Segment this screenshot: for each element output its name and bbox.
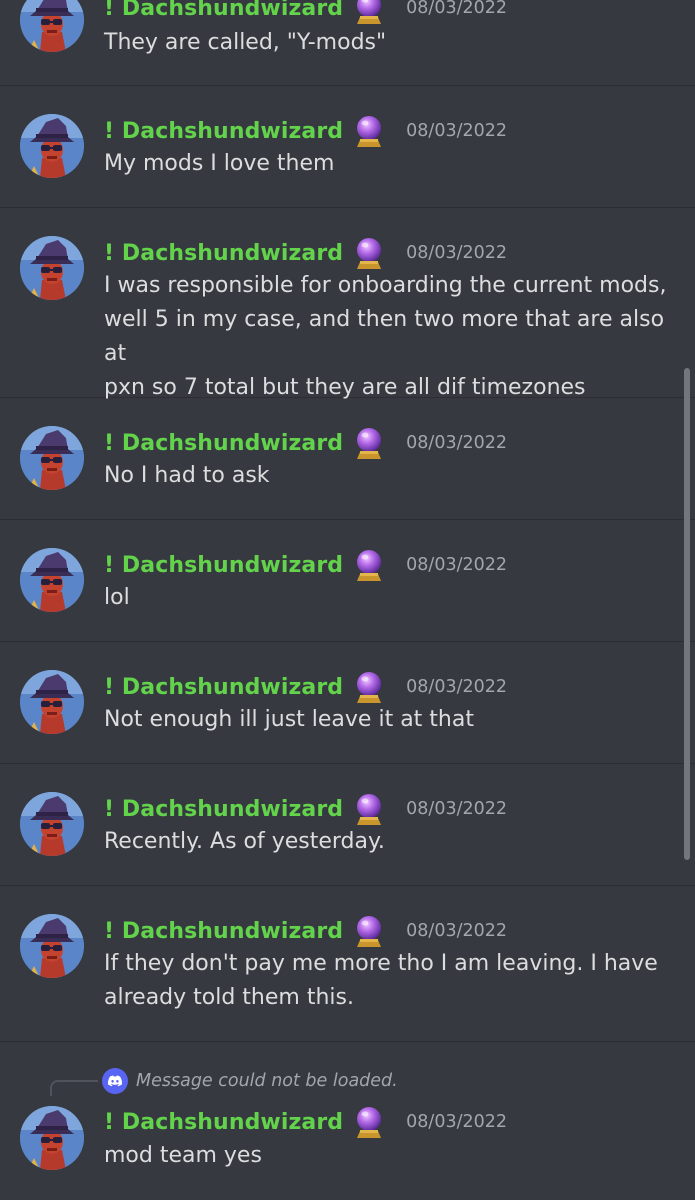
message-content: Recently. As of yesterday. (104, 825, 684, 859)
chat-message-list[interactable]: ! Dachshundwizard 08/03/2022 They are ca… (0, 0, 695, 1200)
message-content: Not enough ill just leave it at that (104, 703, 684, 737)
user-avatar[interactable] (20, 0, 84, 52)
crystal-ball-icon (354, 792, 384, 826)
message[interactable]: ! Dachshundwizard 08/03/2022 They are ca… (0, 0, 695, 86)
username[interactable]: ! Dachshundwizard (104, 119, 343, 144)
user-avatar[interactable] (20, 236, 84, 300)
username[interactable]: ! Dachshundwizard (104, 0, 343, 21)
crystal-ball-icon (354, 670, 384, 704)
timestamp: 08/03/2022 (406, 799, 508, 819)
timestamp: 08/03/2022 (406, 121, 508, 141)
message-line: lol (104, 585, 130, 610)
message-content: They are called, "Y-mods" (104, 26, 684, 60)
message-line: My mods I love them (104, 151, 335, 176)
user-avatar[interactable] (20, 670, 84, 734)
timestamp: 08/03/2022 (406, 555, 508, 575)
message-content: No I had to ask (104, 459, 684, 493)
username[interactable]: ! Dachshundwizard (104, 919, 343, 944)
timestamp: 08/03/2022 (406, 243, 508, 263)
username[interactable]: ! Dachshundwizard (104, 675, 343, 700)
message[interactable]: ! Dachshundwizard 08/03/2022 No I had to… (0, 398, 695, 520)
message[interactable]: ! Dachshundwizard 08/03/2022 lol (0, 520, 695, 642)
timestamp: 08/03/2022 (406, 1112, 508, 1132)
user-avatar[interactable] (20, 914, 84, 978)
username[interactable]: ! Dachshundwizard (104, 241, 343, 266)
message-content: mod team yes (104, 1139, 684, 1173)
message-content: I was responsible for onboarding the cur… (104, 269, 684, 405)
message-content: My mods I love them (104, 147, 684, 181)
crystal-ball-icon (354, 426, 384, 460)
message-line: Recently. As of yesterday. (104, 829, 385, 854)
timestamp: 08/03/2022 (406, 921, 508, 941)
timestamp: 08/03/2022 (406, 677, 508, 697)
scrollbar[interactable] (684, 368, 690, 860)
reply-reference[interactable]: Message could not be loaded. (50, 1066, 398, 1096)
username[interactable]: ! Dachshundwizard (104, 553, 343, 578)
message-line: mod team yes (104, 1143, 262, 1168)
discord-logo-icon (102, 1068, 128, 1094)
crystal-ball-icon (354, 914, 384, 948)
username[interactable]: ! Dachshundwizard (104, 431, 343, 456)
username[interactable]: ! Dachshundwizard (104, 1110, 343, 1135)
message-line: already told them this. (104, 985, 354, 1010)
user-avatar[interactable] (20, 1106, 84, 1170)
timestamp: 08/03/2022 (406, 0, 508, 18)
message[interactable]: ! Dachshundwizard 08/03/2022 Not enough … (0, 642, 695, 764)
message[interactable]: ! Dachshundwizard 08/03/2022 I was respo… (0, 208, 695, 400)
message[interactable]: Message could not be loaded. ! Dachshund… (0, 1042, 695, 1200)
user-avatar[interactable] (20, 426, 84, 490)
user-avatar[interactable] (20, 548, 84, 612)
message-line: If they don't pay me more tho I am leavi… (104, 951, 658, 976)
message-line: I was responsible for onboarding the cur… (104, 273, 667, 298)
message[interactable]: ! Dachshundwizard 08/03/2022 If they don… (0, 886, 695, 1042)
message[interactable]: ! Dachshundwizard 08/03/2022 Recently. A… (0, 764, 695, 886)
username[interactable]: ! Dachshundwizard (104, 797, 343, 822)
message-line: No I had to ask (104, 463, 270, 488)
message-line: well 5 in my case, and then two more tha… (104, 307, 665, 366)
message-content: If they don't pay me more tho I am leavi… (104, 947, 684, 1015)
message-content: lol (104, 581, 684, 615)
message[interactable]: ! Dachshundwizard 08/03/2022 My mods I l… (0, 86, 695, 208)
crystal-ball-icon (354, 114, 384, 148)
crystal-ball-icon (354, 1105, 384, 1139)
reply-spine (50, 1080, 98, 1096)
crystal-ball-icon (354, 548, 384, 582)
message-line: Not enough ill just leave it at that (104, 707, 474, 732)
message-line: They are called, "Y-mods" (104, 30, 387, 55)
timestamp: 08/03/2022 (406, 433, 508, 453)
user-avatar[interactable] (20, 792, 84, 856)
reply-unavailable-text: Message could not be loaded. (136, 1071, 398, 1091)
user-avatar[interactable] (20, 114, 84, 178)
crystal-ball-icon (354, 0, 384, 25)
crystal-ball-icon (354, 236, 384, 270)
